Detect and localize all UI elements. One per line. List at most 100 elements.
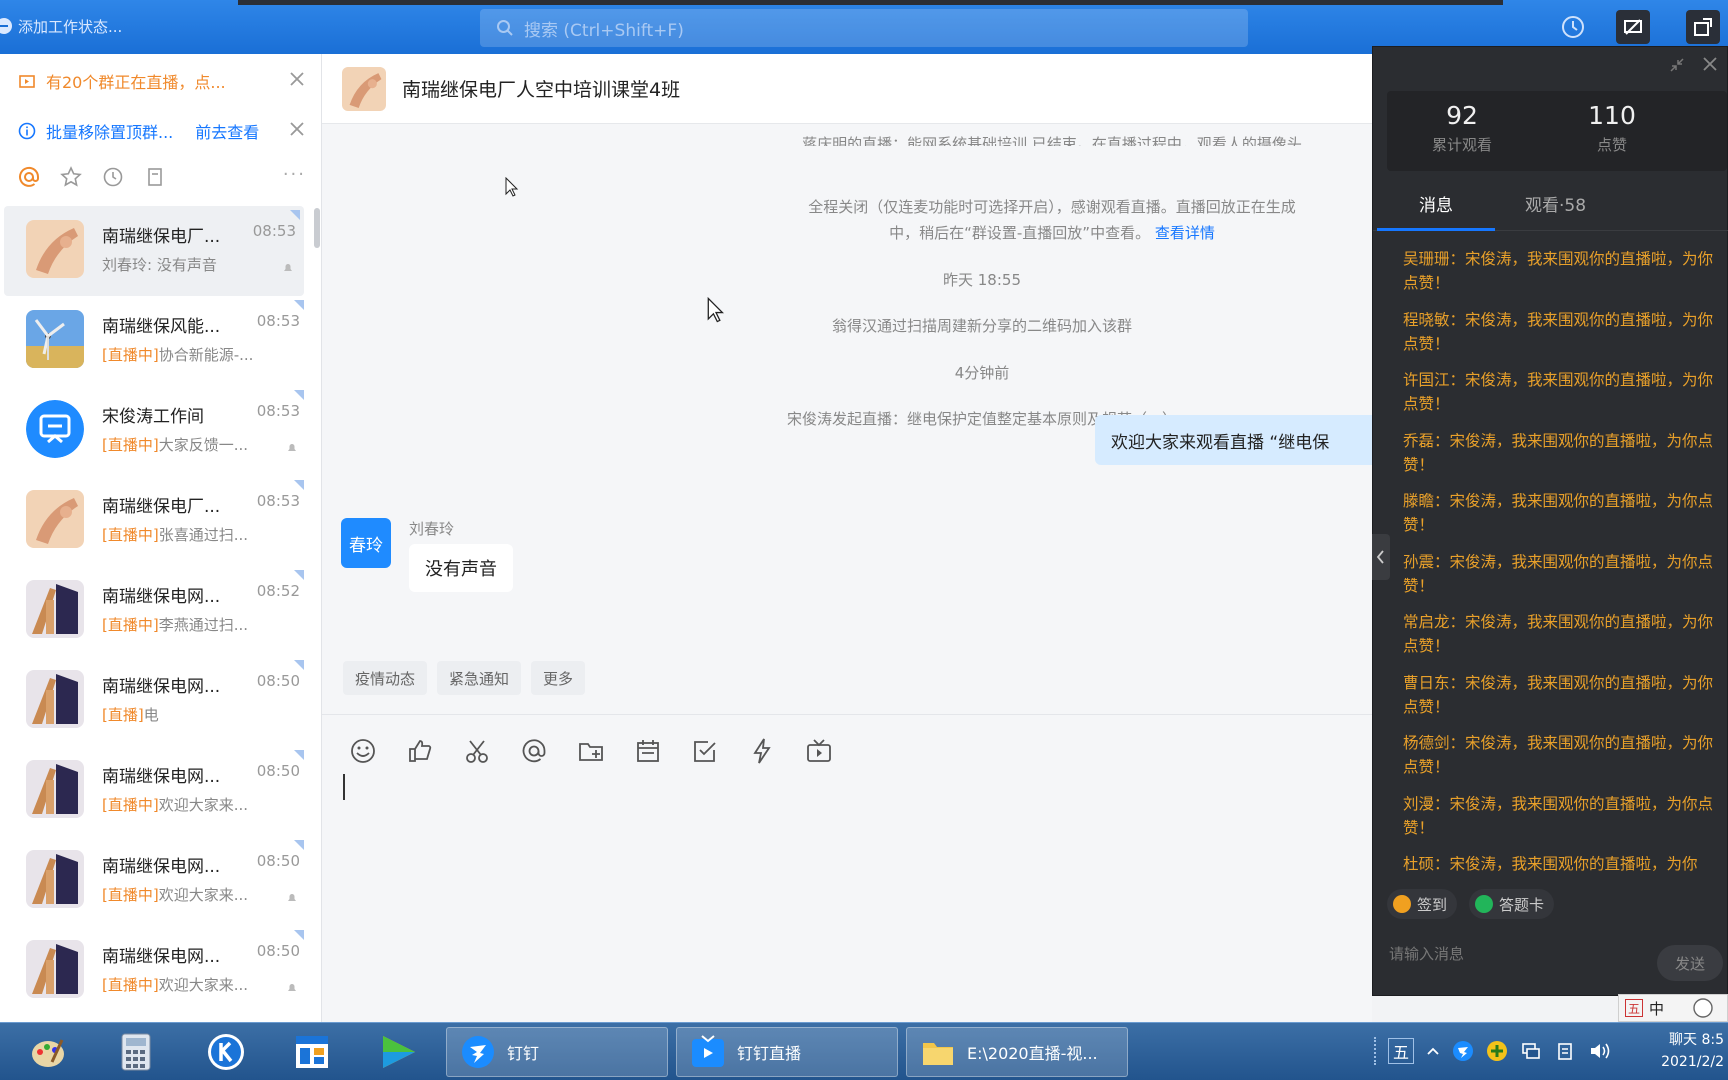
conversation-preview: [直播中]欢迎大家来...: [102, 974, 248, 995]
work-status-button[interactable]: 添加工作状态...: [0, 14, 122, 38]
shield-plus-icon[interactable]: [1486, 1040, 1508, 1062]
conversation-time: 08:53: [256, 312, 300, 330]
message-input[interactable]: [322, 754, 1372, 1022]
calculator-icon[interactable]: [110, 1028, 162, 1076]
system-message-text: 中，稍后在“群设置-直播回放”中查看。: [889, 224, 1151, 242]
quiz-card-label: 答题卡: [1499, 895, 1545, 914]
search-placeholder: 搜索 (Ctrl+Shift+F): [524, 20, 684, 41]
list-item[interactable]: 南瑞继保风能... 08:53 [直播中]协合新能源-...: [0, 296, 308, 386]
list-item[interactable]: 宋俊涛工作间 08:53 [直播中]大家反馈一...: [0, 386, 308, 476]
avatar[interactable]: 春玲: [341, 518, 391, 568]
screen-share-icon[interactable]: [1616, 10, 1650, 44]
search-box[interactable]: 搜索 (Ctrl+Shift+F): [480, 9, 1248, 47]
preview-text: 张喜通过扫...: [158, 526, 249, 544]
start-paint-icon[interactable]: [22, 1028, 74, 1076]
history-icon[interactable]: [1556, 10, 1590, 44]
pin-flag: [294, 750, 304, 760]
live-groups-notice[interactable]: 有20个群正在直播，点...: [0, 56, 321, 106]
preview-text: 协合新能源-...: [158, 346, 254, 364]
chevron-up-icon[interactable]: [1426, 1044, 1440, 1058]
more-icon[interactable]: ···: [283, 164, 306, 185]
conversation-name: 南瑞继保电网...: [102, 677, 221, 697]
taskbar-dingtalk-live[interactable]: 钉钉直播: [676, 1027, 898, 1077]
recent-clock-icon[interactable]: [102, 166, 124, 188]
dingtalk-tray-icon[interactable]: [1452, 1040, 1474, 1062]
conversation-preview: [直播中]协合新能源-...: [102, 344, 253, 365]
sign-in-button[interactable]: 签到: [1387, 889, 1458, 919]
system-message-line: 全程关闭（仅连麦功能时可选择开启），感谢观看直播。直播回放正在生成: [808, 198, 1296, 216]
list-item: 许国江：宋俊涛，我来围观你的直播啦，为你点赞！: [1403, 371, 1714, 413]
mute-icon: [284, 264, 292, 271]
peer-message-bubble[interactable]: 没有声音: [409, 544, 513, 592]
list-item: 孙震：宋俊涛，我来围观你的直播啦，为你点赞！: [1403, 552, 1714, 595]
popout-icon[interactable]: [1686, 10, 1720, 44]
composer-divider: [322, 714, 1372, 715]
live-tag: [直播中]: [102, 796, 159, 814]
settings-circle-icon: [1693, 998, 1713, 1018]
search-icon: [497, 20, 513, 36]
at-mention-icon[interactable]: [18, 166, 40, 188]
likes-label: 点赞: [1596, 136, 1627, 154]
quiz-card-icon: [1475, 895, 1494, 913]
network-icon[interactable]: [1520, 1040, 1542, 1062]
shrink-icon[interactable]: [1669, 57, 1685, 73]
quick-tab-more[interactable]: 更多: [531, 661, 586, 695]
ime-mode-box: 五: [1625, 999, 1643, 1017]
mouse-pointer-icon: [505, 177, 519, 197]
quick-tab-urgent[interactable]: 紧急通知: [437, 661, 522, 695]
pin-flag: [294, 930, 304, 940]
document-icon[interactable]: [144, 166, 166, 188]
list-item[interactable]: 南瑞继保电网... 08:50 [直播]电: [0, 656, 308, 746]
taskbar-dingtalk[interactable]: 钉钉: [446, 1027, 668, 1077]
list-item[interactable]: 南瑞继保电网... 08:52 [直播中]李燕通过扫...: [0, 566, 308, 656]
collapse-handle[interactable]: [1372, 534, 1390, 580]
list-item[interactable]: 南瑞继保电网... 08:50 [直播中]欢迎大家来...: [0, 926, 308, 1016]
close-icon[interactable]: [288, 120, 306, 138]
avatar: [26, 940, 84, 998]
go-view-link[interactable]: 前去查看: [195, 119, 259, 143]
conversation-preview: [直播中]李燕通过扫...: [102, 614, 248, 635]
close-icon[interactable]: [1701, 55, 1719, 73]
avatar: [26, 220, 84, 278]
group-avatar[interactable]: [342, 66, 386, 111]
sidebar-scrollbar[interactable]: [314, 208, 320, 248]
chat-title[interactable]: 南瑞继保电厂人空中培训课堂4班: [402, 75, 680, 102]
list-item[interactable]: 南瑞继保电网... 08:50 [直播中]欢迎大家来...: [0, 746, 308, 836]
tab-messages[interactable]: 消息: [1419, 191, 1453, 216]
taskbar-folder[interactable]: E:\2020直播-视...: [906, 1027, 1128, 1077]
conversation-preview: [直播]电: [102, 704, 159, 725]
mute-icon: [288, 894, 296, 901]
dashboard-app-icon[interactable]: [286, 1028, 338, 1076]
clipboard-icon[interactable]: [1554, 1040, 1576, 1062]
live-message-input[interactable]: 请输入消息: [1389, 943, 1464, 964]
star-icon[interactable]: [60, 166, 82, 188]
ime-mode-text: 中: [1649, 999, 1665, 1018]
total-views-value: 92: [1446, 101, 1478, 130]
quiz-card-button[interactable]: 答题卡: [1469, 889, 1555, 919]
view-details-link[interactable]: 查看详情: [1155, 224, 1215, 242]
tray-ime-indicator[interactable]: 五: [1388, 1038, 1415, 1064]
quick-tab-epidemic[interactable]: 疫情动态: [343, 661, 428, 695]
my-message-bubble[interactable]: 欢迎大家来观看直播 “继电保: [1095, 415, 1385, 465]
conversation-preview: [直播中]大家反馈一...: [102, 434, 248, 455]
mute-icon: [288, 984, 296, 991]
list-item[interactable]: 南瑞继保电网... 08:50 [直播中]欢迎大家来...: [0, 836, 308, 926]
mouse-pointer-icon: [707, 297, 724, 323]
list-item[interactable]: 南瑞继保电厂... 08:53 刘春玲: 没有声音: [4, 206, 304, 296]
tab-viewers[interactable]: 观看·58: [1525, 191, 1586, 216]
list-item[interactable]: 南瑞继保电厂... 08:53 [直播中]张喜通过扫...: [0, 476, 308, 566]
media-player-icon[interactable]: [372, 1028, 424, 1076]
conversation-time: 08:50: [256, 672, 300, 690]
send-button[interactable]: 发送: [1657, 945, 1723, 981]
taskbar-clock[interactable]: 聊天 8:5 2021/2/2: [1661, 1029, 1724, 1073]
live-tag: [直播中]: [102, 436, 159, 454]
dingtalk-icon: [462, 1036, 494, 1068]
close-icon[interactable]: [288, 70, 306, 88]
volume-icon[interactable]: [1588, 1040, 1612, 1062]
avatar: [26, 490, 84, 548]
live-tag: [直播中]: [102, 526, 159, 544]
ime-status-bar[interactable]: 五 中: [1618, 994, 1728, 1022]
k-app-icon[interactable]: [200, 1028, 252, 1076]
list-item: 滕瞻：宋俊涛，我来围观你的直播啦，为你点赞！: [1403, 492, 1714, 534]
live-groups-text: 有20个群正在直播，点...: [46, 73, 226, 92]
